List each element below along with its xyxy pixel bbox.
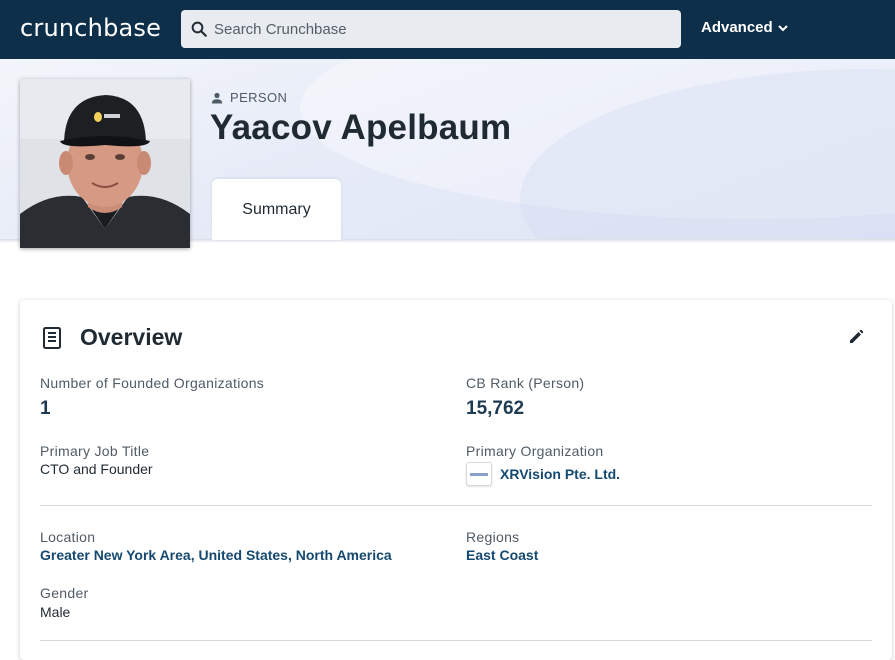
section-divider [40, 505, 872, 506]
crunchbase-logo[interactable]: crunchbase [20, 12, 161, 44]
gender-value: Male [40, 604, 71, 620]
chevron-down-icon [777, 24, 788, 31]
search-input[interactable] [214, 10, 674, 48]
founded-orgs-label: Number of Founded Organizations [40, 375, 265, 391]
document-icon [43, 326, 61, 349]
primary-org-label: Primary Organization [466, 443, 604, 459]
job-title-value: CTO and Founder [40, 461, 153, 477]
cb-rank-value: 15,762 [466, 398, 525, 419]
entity-type-text: PERSON [230, 90, 288, 105]
overview-title: Overview [80, 324, 183, 350]
cb-rank-label: CB Rank (Person) [466, 375, 585, 391]
overview-header: Overview [40, 324, 182, 351]
location-value: Greater New York Area, United States, No… [40, 547, 392, 563]
search-box[interactable] [181, 10, 681, 48]
regions-label: Regions [466, 529, 520, 545]
location-label: Location [40, 529, 96, 545]
org-logo [466, 462, 492, 486]
founded-orgs-value[interactable]: 1 [40, 398, 51, 420]
primary-org-name: XRVision Pte. Ltd. [500, 466, 621, 482]
person-photo-image [20, 79, 190, 248]
overview-card: Overview Number of Founded Organizations… [20, 300, 892, 660]
advanced-label: Advanced [701, 19, 773, 36]
gender-label: Gender [40, 585, 89, 601]
location-link-continent[interactable]: North America [296, 547, 392, 563]
entity-type-label: PERSON [211, 90, 287, 105]
location-link-region[interactable]: Greater New York Area [40, 547, 191, 563]
region-link-east-coast[interactable]: East Coast [466, 547, 538, 563]
search-icon [191, 21, 207, 37]
location-link-country[interactable]: United States [199, 547, 288, 563]
profile-name: Yaacov Apelbaum [210, 108, 512, 147]
primary-org-link[interactable]: XRVision Pte. Ltd. [466, 462, 620, 486]
advanced-menu-button[interactable]: Advanced [701, 19, 789, 36]
section-divider [40, 640, 872, 641]
regions-value: East Coast [466, 547, 538, 563]
tab-summary[interactable]: Summary [212, 179, 341, 240]
profile-photo [20, 79, 190, 248]
person-icon [211, 92, 223, 103]
edit-pencil-icon[interactable] [848, 329, 864, 345]
job-title-label: Primary Job Title [40, 443, 150, 459]
top-navigation-bar: crunchbase Advanced [0, 0, 895, 59]
